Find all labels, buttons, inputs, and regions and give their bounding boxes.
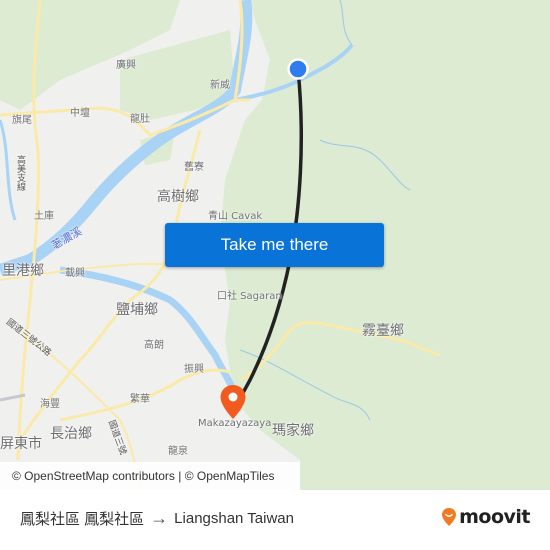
moovit-wordmark: moovit — [459, 506, 530, 528]
township-label: 鹽埔鄉 — [116, 302, 158, 318]
destination-pin-icon[interactable] — [219, 384, 247, 420]
place-label: 龍泉 — [168, 446, 188, 457]
moovit-logo[interactable]: moovit — [441, 506, 530, 528]
township-label: 長治鄉 — [50, 426, 92, 442]
place-label: 廣興 — [116, 60, 136, 71]
township-label: 霧臺鄉 — [362, 323, 404, 339]
moovit-pin-icon — [442, 508, 457, 526]
road-label: 高美支線 — [15, 155, 25, 191]
route-destination: Liangshan Taiwan — [174, 510, 294, 527]
take-me-there-button[interactable]: Take me there — [165, 223, 384, 267]
place-label: 口社 Sagaran — [217, 291, 282, 302]
footer: 鳳梨社區 鳳梨社區 → Liangshan Taiwan moovit — [0, 490, 550, 550]
origin-marker-icon[interactable] — [287, 58, 309, 80]
place-label: 繁華 — [130, 394, 150, 405]
township-label: 高樹鄉 — [157, 189, 199, 205]
place-label: 海豐 — [40, 399, 60, 410]
osm-attribution-link[interactable]: © OpenStreetMap contributors — [12, 469, 175, 483]
map-attribution: © OpenStreetMap contributors | © OpenMap… — [0, 462, 300, 490]
route-origin: 鳳梨社區 鳳梨社區 — [20, 511, 145, 528]
place-label: 龍肚 — [130, 114, 150, 125]
place-label: 新威 — [210, 80, 230, 91]
river — [0, 119, 17, 221]
arrow-right-icon: → — [150, 508, 169, 528]
river — [59, 266, 239, 397]
township-label: 屏東市 — [0, 436, 42, 452]
place-label: 振興 — [184, 364, 204, 375]
route-title: 鳳梨社區 鳳梨社區 → Liangshan Taiwan — [20, 508, 294, 529]
map[interactable]: 廣興 新威 旗尾 中壇 龍肚 高美支線 舊寮 高樹鄉 土庫 荖濃溪 青山 Cav… — [0, 0, 550, 490]
township-label: 瑪家鄉 — [272, 423, 314, 439]
place-label: 青山 Cavak — [208, 211, 263, 222]
place-label: 載興 — [65, 268, 85, 279]
place-label: 土庫 — [34, 211, 54, 222]
place-label: 旗尾 — [12, 115, 32, 126]
place-label: 舊寮 — [184, 162, 204, 173]
township-label: 里港鄉 — [2, 263, 44, 279]
place-label: 中壇 — [70, 108, 90, 119]
openmaptiles-attribution-link[interactable]: © OpenMapTiles — [185, 469, 275, 483]
place-label: 高朗 — [144, 340, 164, 351]
attribution-separator: | — [174, 469, 185, 483]
